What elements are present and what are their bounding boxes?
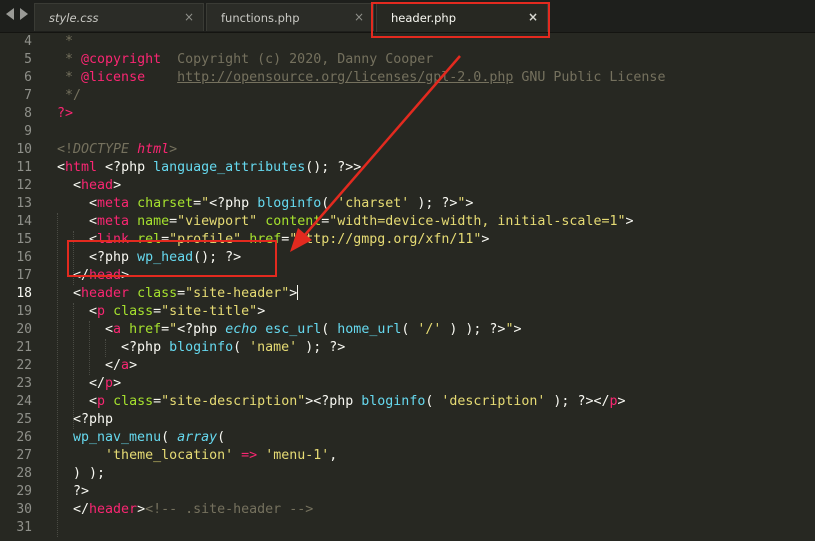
arrow-shaft [303, 55, 461, 237]
annotation-arrow [290, 55, 461, 252]
